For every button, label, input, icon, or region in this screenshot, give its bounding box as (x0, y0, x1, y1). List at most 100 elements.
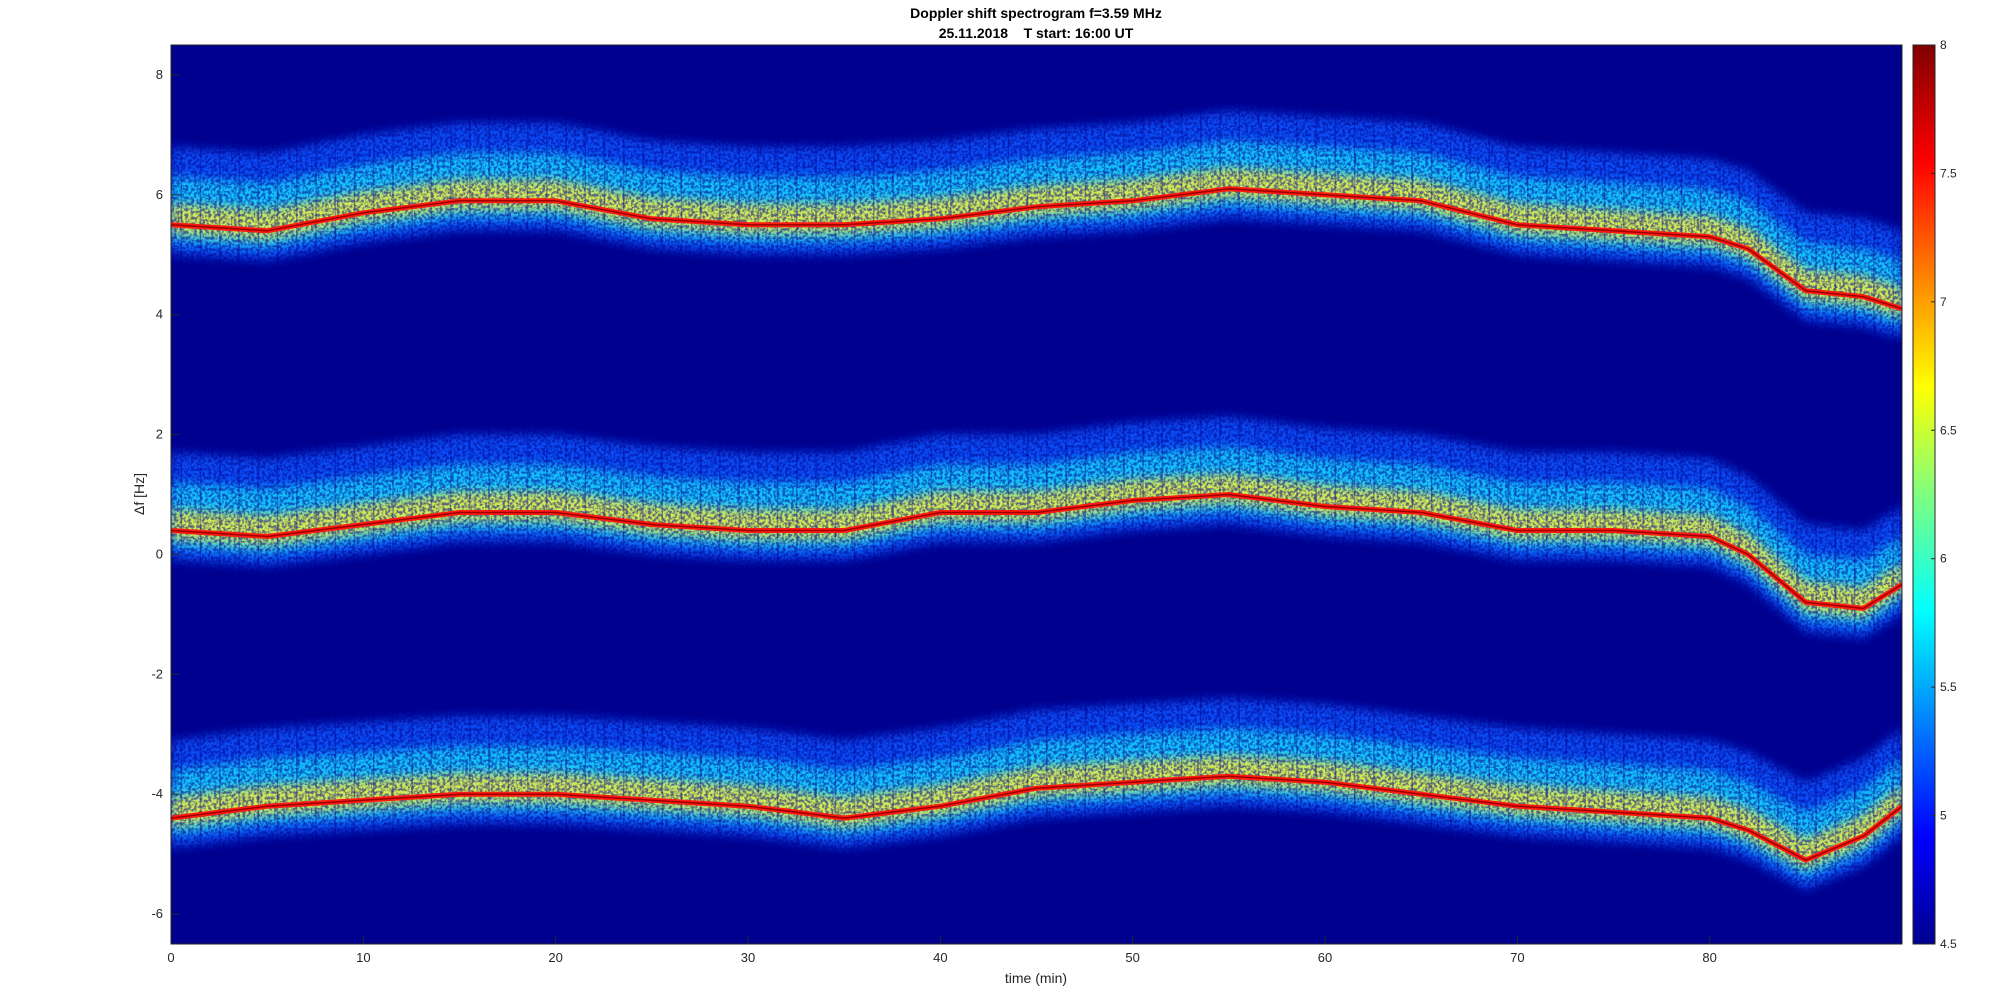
time-stripe (1834, 45, 1837, 944)
time-stripe (815, 45, 817, 944)
time-stripe (411, 45, 413, 944)
time-stripe (1815, 45, 1817, 944)
x-tick-label: 10 (356, 950, 370, 965)
time-stripe (1007, 45, 1010, 944)
x-tick-label: 0 (167, 950, 174, 965)
time-stripe (1488, 45, 1490, 944)
time-stripe (1084, 45, 1087, 944)
time-stripe (1661, 45, 1664, 944)
time-stripe (1700, 45, 1702, 944)
time-stripe (873, 45, 875, 944)
time-stripe (565, 45, 567, 944)
x-tick-label: 60 (1318, 950, 1332, 965)
time-stripe (526, 45, 529, 944)
y-tick-label: -2 (151, 666, 163, 681)
time-stripe (1334, 45, 1337, 944)
time-stripe (1026, 45, 1029, 944)
chart-subtitle: 25.11.2018 T start: 16:00 UT (939, 25, 1134, 41)
colorbar-tick-label: 8 (1940, 38, 1947, 52)
time-stripe (623, 45, 625, 944)
time-stripe (1161, 45, 1163, 944)
time-stripe (661, 45, 663, 944)
time-stripe (392, 45, 394, 944)
time-stripe (642, 45, 644, 944)
y-tick-label: 6 (156, 187, 163, 202)
time-stripe (1642, 45, 1644, 944)
colorbar-tick-label: 7 (1940, 295, 1947, 309)
time-stripe (680, 45, 683, 944)
colorbar-gradient (1912, 44, 1936, 945)
time-stripe (1507, 45, 1510, 944)
colorbar-tick-label: 6 (1940, 552, 1947, 566)
y-tick-label: 8 (156, 67, 163, 82)
x-tick-label: 80 (1702, 950, 1716, 965)
plot-area (170, 44, 1903, 945)
time-stripe (1123, 45, 1125, 944)
x-tick-label: 50 (1125, 950, 1139, 965)
time-stripe (1257, 45, 1260, 944)
colorbar-tick-label: 5 (1940, 809, 1947, 823)
time-stripe (1719, 45, 1721, 944)
spectrogram-figure: Doppler shift spectrogram f=3.59 MHz 25.… (131, 5, 1957, 986)
time-stripe (430, 45, 433, 944)
time-stripe (546, 45, 548, 944)
time-stripe (1065, 45, 1067, 944)
time-stripe (584, 45, 586, 944)
time-stripe (199, 45, 202, 944)
time-stripe (469, 45, 471, 944)
time-stripe (1315, 45, 1317, 944)
time-stripe (1680, 45, 1683, 944)
y-tick-label: 2 (156, 427, 163, 442)
time-stripe (1373, 45, 1375, 944)
time-stripe (315, 45, 317, 944)
time-stripe (449, 45, 452, 944)
time-stripe (988, 45, 990, 944)
time-stripe (1469, 45, 1471, 944)
time-stripe (1873, 45, 1875, 944)
time-stripe (276, 45, 279, 944)
x-axis-label: time (min) (1005, 970, 1067, 986)
time-stripe (180, 45, 183, 944)
y-tick-label: 4 (156, 307, 163, 322)
time-stripe (738, 45, 740, 944)
time-stripe (699, 45, 702, 944)
time-stripe (353, 45, 356, 944)
time-stripe (950, 45, 952, 944)
x-tick-label: 30 (741, 950, 755, 965)
time-stripe (488, 45, 490, 944)
time-stripe (1392, 45, 1394, 944)
colorbar-tick-label: 7.5 (1940, 166, 1957, 180)
time-stripe (1623, 45, 1625, 944)
time-stripe (853, 45, 856, 944)
y-tick-label: 0 (156, 546, 163, 561)
time-stripe (1142, 45, 1144, 944)
y-tick-label: -4 (151, 786, 163, 801)
time-stripe (334, 45, 336, 944)
time-stripe (603, 45, 606, 944)
time-stripe (1046, 45, 1048, 944)
time-stripe (507, 45, 510, 944)
time-stripe (719, 45, 721, 944)
y-axis-label: Δf [Hz] (131, 473, 147, 515)
time-stripe (1430, 45, 1433, 944)
time-stripe (1296, 45, 1298, 944)
time-stripe (1853, 45, 1856, 944)
x-tick-label: 40 (933, 950, 947, 965)
time-stripe (1353, 45, 1356, 944)
time-stripe (1738, 45, 1740, 944)
time-stripe (1276, 45, 1279, 944)
time-stripe (834, 45, 837, 944)
x-tick-label: 20 (548, 950, 562, 965)
time-stripe (969, 45, 971, 944)
y-tick-label: -6 (151, 906, 163, 921)
time-stripe (796, 45, 798, 944)
time-stripe (219, 45, 221, 944)
time-stripe (892, 45, 894, 944)
colorbar: 8 7.5 7 6.5 6 5.5 5 4.5 (1912, 38, 1957, 951)
time-stripe (1777, 45, 1779, 944)
time-stripe (1103, 45, 1106, 944)
x-tick-label: 70 (1510, 950, 1524, 965)
time-stripe (1796, 45, 1798, 944)
time-stripe (1180, 45, 1183, 944)
time-stripe (296, 45, 298, 944)
